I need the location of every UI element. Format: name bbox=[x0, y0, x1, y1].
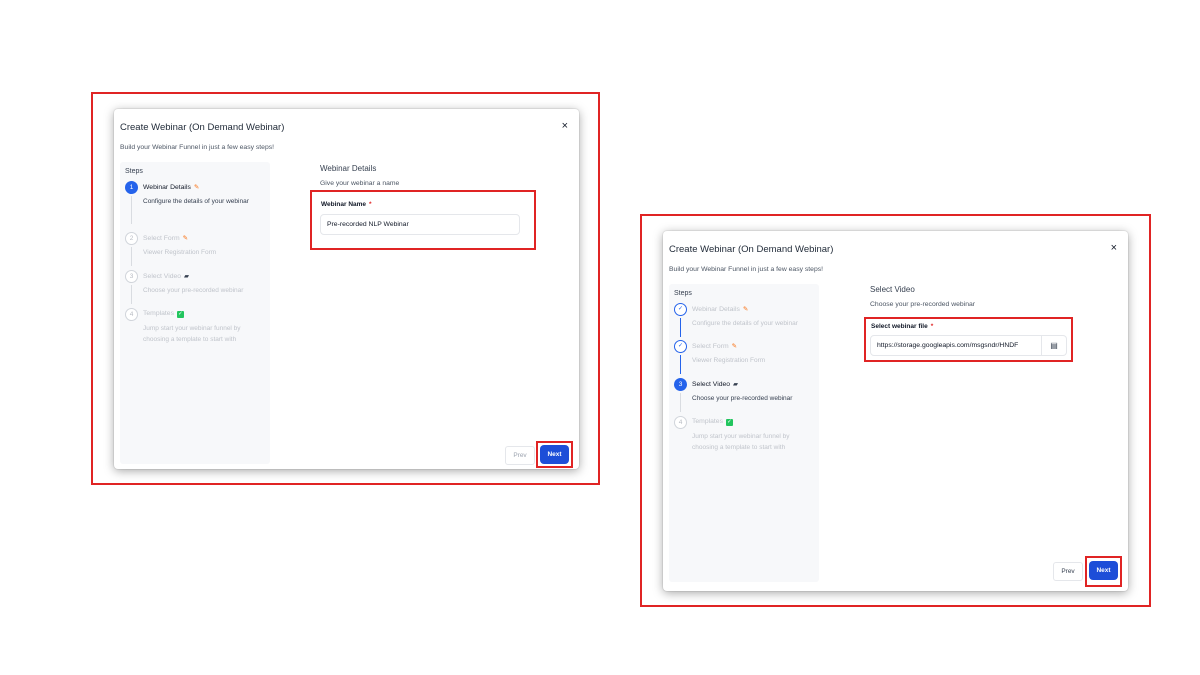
step-title: Templates bbox=[692, 418, 723, 425]
camera-icon: ▰ bbox=[733, 381, 739, 388]
camera-icon: ▰ bbox=[184, 273, 190, 280]
step-title: Templates bbox=[143, 310, 174, 317]
step-title: Webinar Details bbox=[143, 184, 191, 191]
step-number: 1 bbox=[125, 181, 138, 194]
step-connector bbox=[131, 247, 132, 266]
section-title: Select Video bbox=[870, 285, 915, 294]
step-number: 2 bbox=[125, 232, 138, 245]
step-description: Choose your pre-recorded webinar bbox=[692, 395, 793, 402]
step-done-check-icon: ✓ bbox=[674, 340, 687, 353]
step-connector bbox=[131, 196, 132, 224]
step-number: 4 bbox=[125, 308, 138, 321]
field-label: Webinar Name bbox=[321, 201, 367, 208]
webinar-file-url-input[interactable]: https://storage.googleapis.com/msgsndr/H… bbox=[870, 335, 1042, 356]
step-connector bbox=[680, 355, 681, 374]
field-label: Select webinar file bbox=[871, 323, 928, 330]
step-title: Select Video bbox=[143, 273, 182, 280]
pencil-icon: ✎ bbox=[731, 343, 738, 350]
step-title: Select Form bbox=[692, 343, 729, 350]
screenshot-frame-step-1: Create Webinar (On Demand Webinar) × Bui… bbox=[91, 92, 600, 485]
step-description: Viewer Registration Form bbox=[143, 249, 217, 256]
modal-subtitle: Build your Webinar Funnel in just a few … bbox=[669, 266, 824, 273]
check-icon: ✓ bbox=[176, 311, 184, 318]
modal-title: Create Webinar (On Demand Webinar) bbox=[120, 122, 285, 133]
steps-panel: Steps ✓ Webinar Details ✎ Configure the d… bbox=[669, 284, 819, 582]
step-description: Configure the details of your webinar bbox=[143, 198, 249, 205]
steps-heading: Steps bbox=[125, 168, 143, 175]
create-webinar-modal: Create Webinar (On Demand Webinar) × Bui… bbox=[114, 109, 579, 469]
section-subtitle: Give your webinar a name bbox=[320, 180, 400, 187]
step-title: Webinar Details bbox=[692, 306, 740, 313]
steps-heading: Steps bbox=[674, 290, 692, 297]
step-title: Select Video bbox=[692, 381, 731, 388]
modal-title: Create Webinar (On Demand Webinar) bbox=[669, 244, 834, 255]
required-marker: * bbox=[369, 201, 372, 208]
section-title: Webinar Details bbox=[320, 164, 377, 173]
next-button[interactable]: Next bbox=[1089, 561, 1118, 580]
screenshot-frame-step-3: Create Webinar (On Demand Webinar) × Bui… bbox=[640, 214, 1151, 607]
steps-panel: Steps 1 Webinar Details ✎ Configure the d… bbox=[120, 162, 270, 464]
step-title: Select Form bbox=[143, 235, 180, 242]
check-icon: ✓ bbox=[725, 419, 733, 426]
required-marker: * bbox=[930, 323, 934, 330]
webinar-name-input[interactable]: Pre-recorded NLP Webinar bbox=[320, 214, 520, 235]
step-done-check-icon: ✓ bbox=[674, 303, 687, 316]
create-webinar-modal: Create Webinar (On Demand Webinar) × Bui… bbox=[663, 231, 1128, 591]
step-description: Choose your pre-recorded webinar bbox=[143, 287, 244, 294]
prev-button[interactable]: Prev bbox=[505, 446, 535, 465]
step-description: Jump start your webinar funnel by choosi… bbox=[143, 325, 241, 343]
step-description: Configure the details of your webinar bbox=[692, 320, 798, 327]
step-connector bbox=[131, 285, 132, 304]
next-button[interactable]: Next bbox=[540, 445, 569, 464]
step-number: 4 bbox=[674, 416, 687, 429]
step-connector bbox=[680, 393, 681, 412]
step-connector bbox=[680, 318, 681, 337]
step-number: 3 bbox=[125, 270, 138, 283]
section-subtitle: Choose your pre-recorded webinar bbox=[870, 301, 976, 308]
close-icon[interactable]: × bbox=[1111, 243, 1117, 254]
step-number: 3 bbox=[674, 378, 687, 391]
pencil-icon: ✎ bbox=[193, 184, 200, 191]
step-description: Viewer Registration Form bbox=[692, 357, 766, 364]
pencil-icon: ✎ bbox=[742, 306, 749, 313]
modal-subtitle: Build your Webinar Funnel in just a few … bbox=[120, 144, 275, 151]
close-icon[interactable]: × bbox=[562, 121, 568, 132]
pencil-icon: ✎ bbox=[182, 235, 189, 242]
prev-button[interactable]: Prev bbox=[1053, 562, 1083, 581]
file-picker-icon[interactable]: ▤ bbox=[1042, 335, 1067, 356]
step-description: Jump start your webinar funnel by choosi… bbox=[692, 433, 790, 451]
